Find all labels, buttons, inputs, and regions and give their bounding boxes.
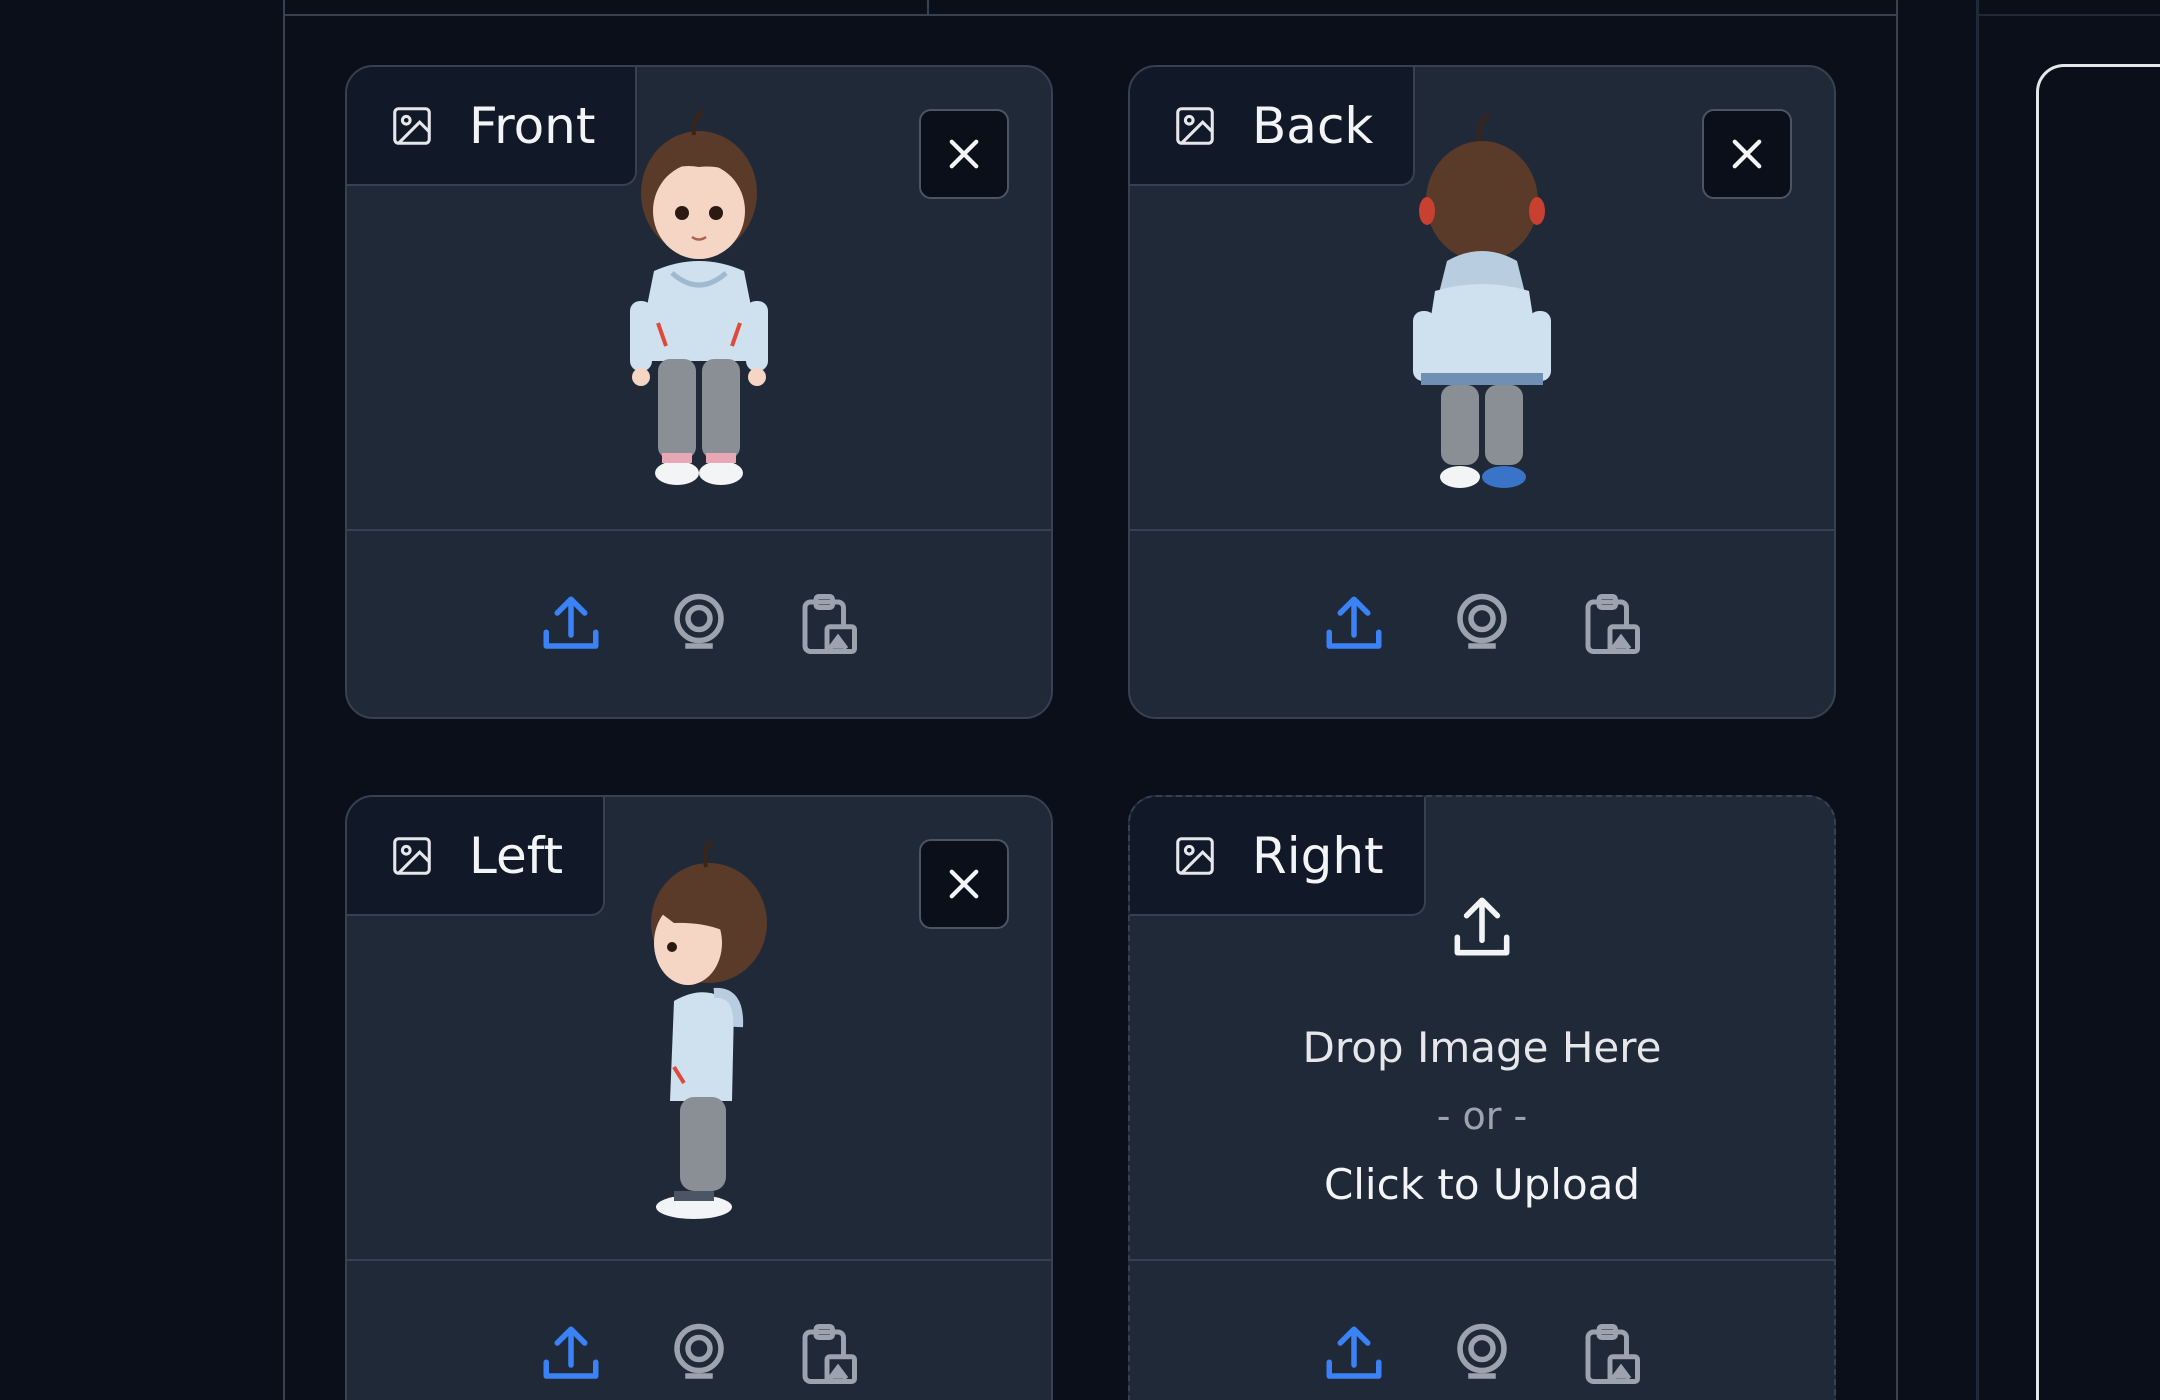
clipboard-image-icon (1585, 594, 1640, 654)
character-back-image (1413, 113, 1551, 488)
remove-image-button[interactable] (1702, 109, 1792, 199)
upload-button[interactable] (536, 589, 606, 659)
card-title-back: Back (1252, 96, 1374, 155)
paste-from-clipboard-button[interactable] (1575, 1319, 1645, 1389)
webcam-icon (674, 593, 724, 649)
upload-icon (1326, 1326, 1382, 1379)
webcam-icon (674, 1323, 724, 1379)
click-to-upload-text[interactable]: Click to Upload (1324, 1160, 1640, 1209)
image-dropzone[interactable]: Drop Image Here - or - Click to Upload (1130, 881, 1834, 1259)
upload-icon (1445, 891, 1519, 969)
image-source-toolbar (1130, 1259, 1834, 1400)
image-card-left: Left (345, 795, 1053, 1400)
clipboard-image-icon (802, 1324, 857, 1384)
upload-button[interactable] (536, 1319, 606, 1389)
card-label-left: Left (347, 797, 606, 916)
image-icon (389, 103, 435, 149)
upload-button[interactable] (1319, 589, 1389, 659)
character-left-image (651, 839, 767, 1219)
webcam-button[interactable] (1447, 589, 1517, 659)
image-card-right: Right Drop Image Here - or - Click to Up… (1128, 795, 1836, 1400)
image-source-toolbar (347, 529, 1051, 717)
tab-divider (927, 0, 929, 16)
right-column-top-border (1979, 14, 2160, 16)
card-label-right: Right (1130, 797, 1426, 916)
image-source-toolbar (1130, 529, 1834, 717)
image-card-back: Back (1128, 65, 1836, 719)
webcam-icon (1457, 1323, 1507, 1379)
panel-tab-strip (285, 0, 1896, 16)
clipboard-image-icon (802, 594, 857, 654)
remove-image-button[interactable] (919, 109, 1009, 199)
upload-button[interactable] (1319, 1319, 1389, 1389)
drop-image-text: Drop Image Here (1302, 1023, 1662, 1072)
card-label-front: Front (347, 67, 638, 186)
webcam-icon (1457, 593, 1507, 649)
image-icon (389, 833, 435, 879)
webcam-button[interactable] (1447, 1319, 1517, 1389)
image-card-front: Front (345, 65, 1053, 719)
clipboard-image-icon (1585, 1324, 1640, 1384)
app-window: Front Back Left Right Drop Image Here - … (0, 0, 2160, 1400)
column-divider (1976, 0, 1979, 1400)
card-title-right: Right (1252, 826, 1384, 885)
upload-icon (543, 596, 599, 649)
card-title-front: Front (469, 96, 596, 155)
paste-from-clipboard-button[interactable] (792, 589, 862, 659)
webcam-button[interactable] (664, 1319, 734, 1389)
paste-from-clipboard-button[interactable] (1575, 589, 1645, 659)
drop-or-text: - or - (1436, 1094, 1528, 1138)
upload-icon (543, 1326, 599, 1379)
image-source-toolbar (347, 1259, 1051, 1400)
close-icon (1732, 139, 1762, 169)
output-panel (2036, 64, 2160, 1400)
close-icon (949, 139, 979, 169)
remove-image-button[interactable] (919, 839, 1009, 929)
character-front-image (630, 109, 768, 485)
webcam-button[interactable] (664, 589, 734, 659)
image-icon (1172, 103, 1218, 149)
close-icon (949, 869, 979, 899)
paste-from-clipboard-button[interactable] (792, 1319, 862, 1389)
image-icon (1172, 833, 1218, 879)
upload-icon (1326, 596, 1382, 649)
card-label-back: Back (1130, 67, 1416, 186)
card-title-left: Left (469, 826, 564, 885)
